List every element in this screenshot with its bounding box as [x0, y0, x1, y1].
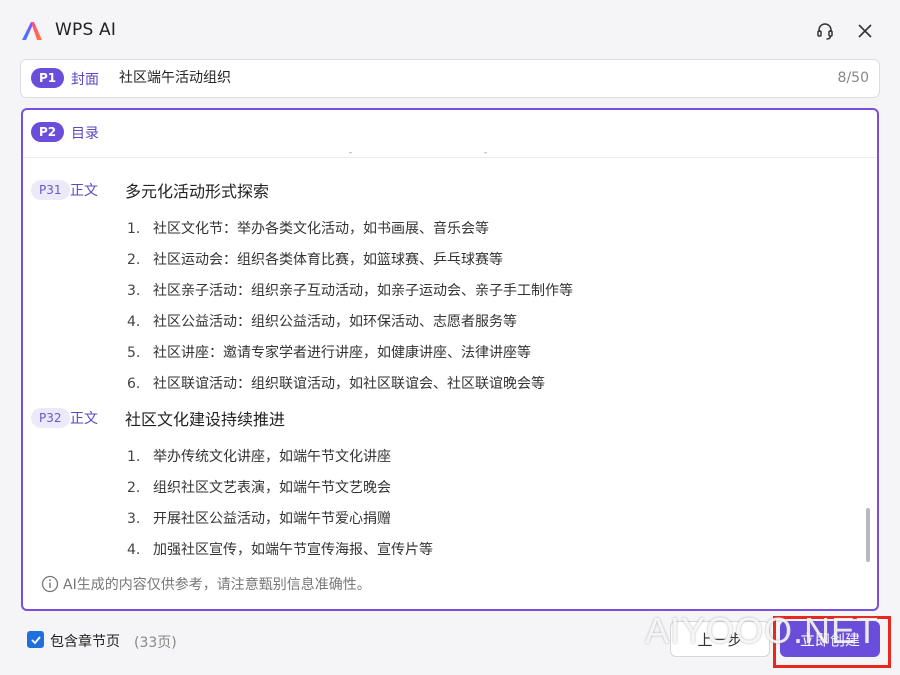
toc-row[interactable]: P2 目录	[23, 110, 877, 157]
cover-label: 封面	[71, 72, 99, 88]
list-item[interactable]: 6. 社区联谊活动：组织联谊活动，如社区联谊会、社区联谊晚会等	[127, 373, 545, 393]
toc-label: 目录	[71, 126, 99, 142]
customer-support-button[interactable]	[812, 18, 838, 44]
page-badge-p32: P32	[31, 408, 70, 428]
include-chapter-pages-label[interactable]: 包含章节页	[50, 631, 120, 651]
page-badge-p2: P2	[31, 122, 65, 142]
section-label: 正文	[70, 411, 98, 427]
window-title: WPS AI	[55, 20, 117, 40]
cover-page-row[interactable]: P1 封面 8/50	[20, 59, 880, 98]
list-item[interactable]: 1. 社区文化节：举办各类文化活动，如书画展、音乐会等	[127, 218, 489, 238]
section-title[interactable]: 社区文化建设持续推进	[125, 406, 285, 430]
info-icon	[41, 575, 59, 593]
cut-off-content: ˉ	[483, 152, 488, 163]
outline-panel: P2 目录 ˉ ˉ P31 正文 多元化活动形式探索 1. 社区文化节：举办各类文…	[21, 108, 879, 611]
ai-disclaimer: AI生成的内容仅供参考，请注意甄别信息准确性。	[41, 574, 371, 594]
list-item[interactable]: 1. 举办传统文化讲座，如端午节文化讲座	[127, 446, 391, 466]
list-item[interactable]: 3. 社区亲子活动：组织亲子互动活动，如亲子运动会、亲子手工制作等	[127, 280, 573, 300]
watermark: AIYOOO.NET	[645, 610, 880, 651]
list-item[interactable]: 4. 加强社区宣传，如端午节宣传海报、宣传片等	[127, 539, 433, 559]
title-bar: WPS AI	[0, 0, 900, 60]
checkmark-icon	[30, 635, 41, 644]
cover-title-input[interactable]	[119, 69, 819, 85]
wps-ai-logo-icon	[22, 22, 42, 40]
page-badge-p31: P31	[31, 180, 70, 200]
include-chapter-pages-checkbox[interactable]	[27, 631, 44, 648]
scrollbar-thumb[interactable]	[866, 508, 870, 562]
cut-off-content: ˉ	[348, 152, 353, 163]
close-icon	[858, 24, 872, 38]
list-item[interactable]: 4. 社区公益活动：组织公益活动，如环保活动、志愿者服务等	[127, 311, 517, 331]
list-item[interactable]: 3. 开展社区公益活动，如端午节爱心捐赠	[127, 508, 391, 528]
char-count: 8/50	[837, 70, 869, 86]
wps-ai-dialog: WPS AI P1 封面 8/50 P2 目录 ˉ ˉ P31	[0, 0, 900, 675]
page-badge-p1: P1	[31, 68, 65, 88]
list-item[interactable]: 5. 社区讲座：邀请专家学者进行讲座，如健康讲座、法律讲座等	[127, 342, 531, 362]
disclaimer-text: AI生成的内容仅供参考，请注意甄别信息准确性。	[63, 577, 371, 593]
headset-icon	[817, 23, 833, 40]
divider	[23, 157, 877, 158]
close-button[interactable]	[852, 18, 878, 44]
section-label: 正文	[70, 183, 98, 199]
list-item[interactable]: 2. 社区运动会：组织各类体育比赛，如篮球赛、乒乓球赛等	[127, 249, 503, 269]
list-item[interactable]: 2. 组织社区文艺表演，如端午节文艺晚会	[127, 477, 391, 497]
page-count: (33页)	[134, 635, 177, 651]
section-title[interactable]: 多元化活动形式探索	[125, 178, 269, 202]
